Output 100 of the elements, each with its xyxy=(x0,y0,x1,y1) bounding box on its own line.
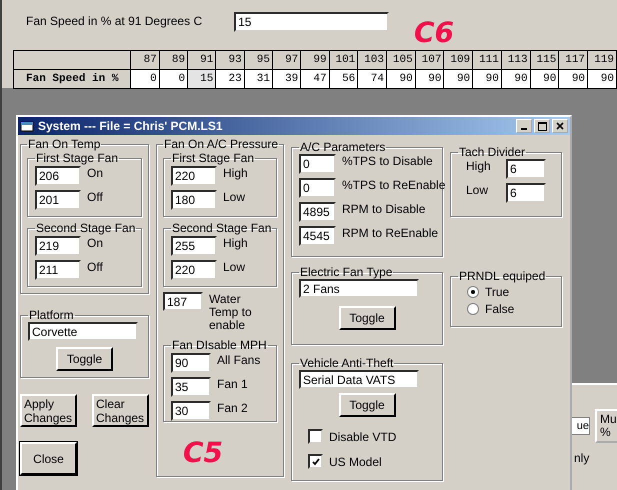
column-header: 111 xyxy=(472,50,502,70)
field-label: All Fans xyxy=(217,353,260,367)
table-cell[interactable]: 90 xyxy=(558,70,588,88)
text-field[interactable]: 0 xyxy=(299,178,336,198)
radio-button[interactable] xyxy=(467,286,479,298)
field-label: On xyxy=(87,166,104,180)
text-field[interactable]: 6 xyxy=(506,183,546,203)
text-field[interactable]: 255 xyxy=(171,236,217,256)
text-field[interactable]: 220 xyxy=(171,166,217,186)
minimize-button[interactable] xyxy=(516,119,532,133)
group-title: PRNDL equiped xyxy=(458,269,546,283)
field-label: Fan 2 xyxy=(217,401,248,415)
group-title: Second Stage Fan xyxy=(35,221,136,235)
field-label: Low xyxy=(223,260,246,274)
checkbox-label: Disable VTD xyxy=(329,430,396,444)
text-field[interactable]: 90 xyxy=(171,353,211,373)
checkbox[interactable] xyxy=(308,429,323,444)
text-field[interactable]: 4545 xyxy=(299,226,336,246)
close-button[interactable] xyxy=(552,119,568,133)
text-field[interactable]: 2 Fans xyxy=(299,279,419,298)
text-field[interactable]: 4895 xyxy=(299,202,336,222)
window-title: System --- File = Chris' PCM.LS1 xyxy=(38,119,224,133)
column-header: 119 xyxy=(588,50,616,70)
field-label: %TPS to ReEnable xyxy=(342,178,446,192)
column-header: 97 xyxy=(272,50,301,70)
window-icon xyxy=(20,120,34,132)
group-title: Electric Fan Type xyxy=(299,265,394,279)
text-field[interactable]: 211 xyxy=(35,260,81,280)
table-cell[interactable]: 90 xyxy=(472,70,502,88)
value-field[interactable]: 15 xyxy=(234,12,390,32)
table-cell[interactable]: 0 xyxy=(159,70,188,88)
maximize-icon xyxy=(538,122,546,130)
field-label: %TPS to Disable xyxy=(342,154,433,168)
group-title: Platform xyxy=(28,308,75,322)
field-label: On xyxy=(87,236,104,250)
text-field[interactable]: 6 xyxy=(506,159,546,179)
table-cell[interactable]: 47 xyxy=(300,70,330,88)
text-field[interactable]: Corvette xyxy=(28,322,138,341)
text-field[interactable]: 30 xyxy=(171,401,211,421)
maximize-button[interactable] xyxy=(534,119,550,133)
toggle-button[interactable]: Toggle xyxy=(338,306,396,330)
group-title: A/C Parameters xyxy=(299,140,386,154)
text-field[interactable]: 187 xyxy=(163,292,203,311)
checkmark-icon xyxy=(312,458,320,466)
group-title: Second Stage Fan xyxy=(171,221,272,235)
field-label: Fan Speed in % at 91 Degrees C xyxy=(26,14,202,28)
table-cell[interactable]: 90 xyxy=(530,70,559,88)
field-label: Off xyxy=(87,190,103,204)
checkbox[interactable] xyxy=(308,454,323,469)
close-button[interactable]: Close xyxy=(20,442,77,475)
column-header: 93 xyxy=(216,50,244,70)
table-cell[interactable]: 90 xyxy=(444,70,473,88)
group-title: First Stage Fan xyxy=(171,151,256,165)
table-cell[interactable]: 56 xyxy=(329,70,358,88)
text-field[interactable]: 180 xyxy=(171,190,217,210)
table-cell[interactable]: 74 xyxy=(358,70,386,88)
column-header: 99 xyxy=(300,50,330,70)
table-cell[interactable]: 90 xyxy=(501,70,530,88)
table-cell[interactable]: 15 xyxy=(188,70,216,88)
column-header: 115 xyxy=(530,50,559,70)
column-header: 103 xyxy=(358,50,386,70)
column-header: 91 xyxy=(188,50,216,70)
text-field[interactable]: 219 xyxy=(35,236,81,256)
field-label: RPM to Disable xyxy=(342,202,426,216)
table-cell[interactable]: 90 xyxy=(415,70,444,88)
field-label: RPM to ReEnable xyxy=(342,226,438,240)
column-header: 117 xyxy=(558,50,588,70)
checkbox-label: US Model xyxy=(329,454,382,468)
clear-changes-button[interactable]: Clear Changes xyxy=(92,394,149,427)
column-header: 113 xyxy=(501,50,530,70)
text-field[interactable]: 0 xyxy=(299,154,336,174)
toggle-button[interactable]: Toggle xyxy=(56,347,113,371)
radio-label: False xyxy=(485,302,514,316)
radio-label: True xyxy=(485,285,510,299)
text-field[interactable]: 35 xyxy=(171,377,211,397)
column-header: 95 xyxy=(244,50,272,70)
toggle-button[interactable]: Toggle xyxy=(338,393,396,417)
column-header: 107 xyxy=(415,50,444,70)
field-label: Water Temp to enable xyxy=(209,292,253,332)
table-cell[interactable]: 90 xyxy=(386,70,416,88)
group-title: Fan On A/C Pressure xyxy=(163,137,280,151)
multiply-button[interactable]: Mul % xyxy=(595,409,617,443)
table-cell[interactable]: 0 xyxy=(130,70,160,88)
text-field[interactable]: 201 xyxy=(35,190,81,210)
apply-changes-button[interactable]: Apply Changes xyxy=(20,394,77,427)
column-header: 89 xyxy=(159,50,188,70)
column-header: 101 xyxy=(329,50,358,70)
group-title: Fan DIsable MPH xyxy=(171,338,268,352)
group-title: Tach Divider xyxy=(458,145,526,159)
column-header: 87 xyxy=(130,50,160,70)
text-field[interactable]: 206 xyxy=(35,166,81,186)
text-field[interactable]: Serial Data VATS xyxy=(299,370,419,389)
table-cell[interactable]: 31 xyxy=(244,70,272,88)
table-cell[interactable]: 23 xyxy=(216,70,244,88)
text-field[interactable]: 220 xyxy=(171,260,217,280)
group-title: Vehicle Anti-Theft xyxy=(299,356,394,370)
radio-button[interactable] xyxy=(467,303,479,315)
field-label: Fan 1 xyxy=(217,377,248,391)
table-cell[interactable]: 39 xyxy=(272,70,301,88)
table-cell[interactable]: 90 xyxy=(588,70,616,88)
